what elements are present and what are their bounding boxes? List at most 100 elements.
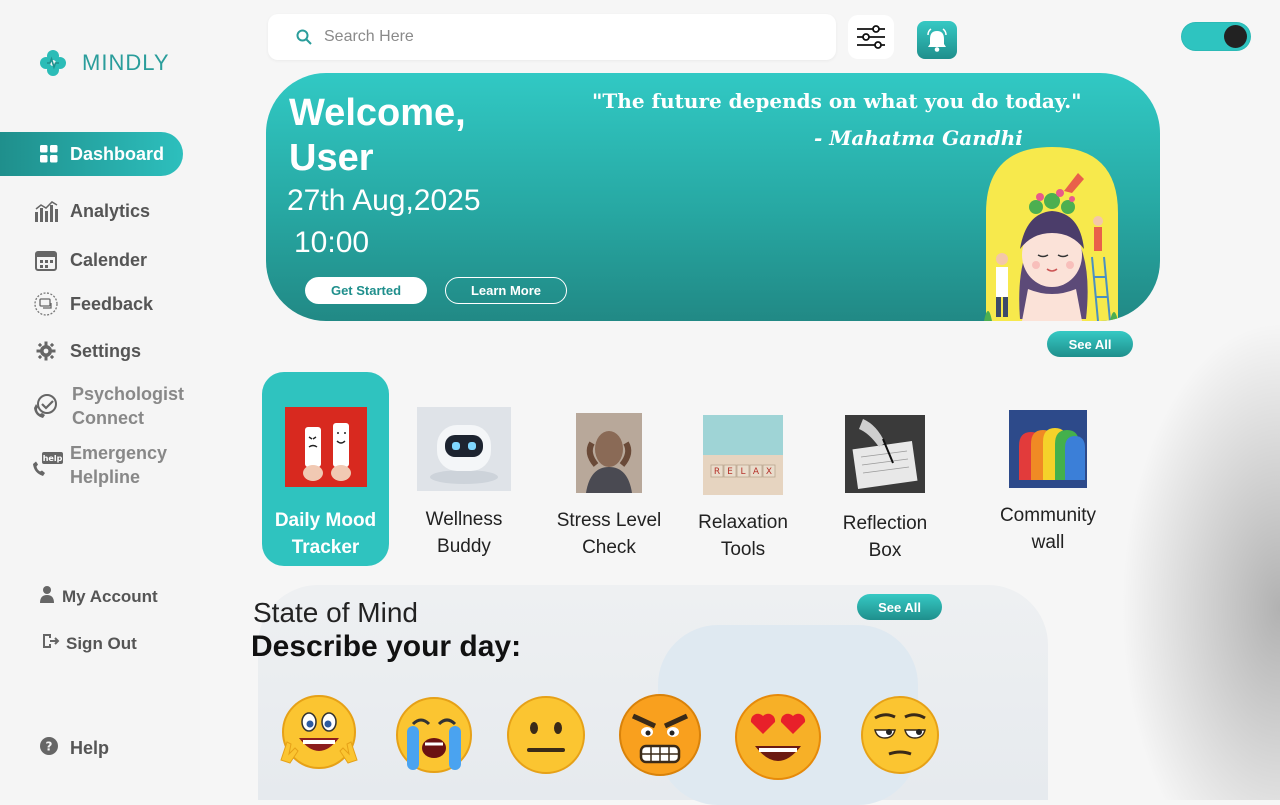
feature-card-reflection-box[interactable]: Reflection Box [822,372,948,566]
feature-card-label: Stress Level Check [557,507,662,561]
svg-text:X: X [766,467,772,477]
get-started-button[interactable]: Get Started [305,277,427,304]
feature-card-label: Daily Mood Tracker [275,507,376,561]
feature-card-label: Reflection Box [843,510,928,564]
sign-out-label: Sign Out [66,633,137,653]
sidebar: MINDLY Dashboard Analytics Calender Feed… [0,0,200,800]
sidebar-item-label: Psychologist [72,384,185,404]
unamused-emoji[interactable] [855,690,945,780]
welcome-title: Welcome, User [289,91,466,181]
phone-check-icon [32,392,60,420]
toggle-knob [1224,25,1247,48]
edge-shadow [1120,320,1280,800]
sidebar-item-psychologist-connect[interactable]: Psychologist Connect [32,382,184,430]
sidebar-item-label: Calender [70,249,148,270]
feature-card-label: Relaxation Tools [698,509,788,563]
bar-chart-icon [34,199,58,223]
mood-tracker-image [284,407,367,487]
brand[interactable]: MINDLY [38,48,170,78]
help-phone-icon: help [32,451,64,479]
brand-flower-icon [40,50,66,76]
search-icon [296,29,312,45]
current-date: 27th Aug,2025 [287,184,481,217]
help-link[interactable]: ? Help [40,737,109,760]
sidebar-item-settings[interactable]: Settings [34,339,141,363]
relax-blocks-image: RELAX [703,415,783,495]
gear-icon [34,339,58,363]
my-account-label: My Account [62,586,158,606]
feature-card-daily-mood-tracker[interactable]: Daily Mood Tracker [262,372,389,566]
feature-card-label-line: Box [868,540,902,561]
welcome-line: Welcome, [289,92,466,134]
heart-eyes-emoji[interactable] [733,690,823,780]
state-of-mind-title: State of Mind [253,597,418,628]
help-label: Help [70,738,110,758]
sidebar-item-label: Analytics [70,200,151,221]
mind-see-all-button[interactable]: See All [857,594,942,620]
welcome-user: User [289,137,374,179]
feature-card-label-line: Community [999,505,1097,526]
feature-card-label-line: Check [582,537,636,558]
feature-card-relaxation-tools[interactable]: RELAX Relaxation Tools [682,372,804,566]
mind-garden-illustration [984,147,1118,321]
sidebar-item-label: Dashboard [70,143,165,164]
sidebar-item-label: Emergency [70,443,168,463]
stress-person-image [576,413,642,493]
svg-text:?: ? [46,740,53,754]
feature-card-label-line: Tools [720,539,766,560]
sidebar-item-analytics[interactable]: Analytics [34,199,150,223]
journal-writing-image [845,415,925,493]
search-bar[interactable] [268,14,836,60]
sidebar-item-label: Helpline [70,467,141,487]
sign-out-link[interactable]: Sign Out [42,633,137,654]
sidebar-item-feedback[interactable]: Feedback [34,292,153,316]
notification-button[interactable] [917,21,957,59]
feedback-icon [34,292,58,316]
robot-chat-image [417,407,511,491]
feature-card-label-line: Daily Mood [274,510,377,531]
sidebar-item-label: Feedback [70,293,154,314]
filter-button[interactable] [848,15,894,59]
angry-emoji[interactable] [615,690,705,780]
feature-card-label: Wellness Buddy [426,506,503,560]
feature-card-label-line: Buddy [437,536,491,557]
sidebar-item-emergency-helpline[interactable]: help Emergency Helpline [32,441,167,489]
brand-name: MINDLY [82,50,170,75]
dashboard-grid-icon [40,145,58,163]
feature-card-label-line: wall [1031,532,1065,553]
feature-card-wellness-buddy[interactable]: Wellness Buddy [402,372,526,566]
sidebar-item-dashboard[interactable]: Dashboard [0,132,183,176]
bell-icon [927,28,947,52]
svg-text:L: L [740,467,745,477]
sidebar-item-label: Settings [70,340,142,361]
calendar-icon [34,248,58,272]
feature-card-stress-level-check[interactable]: Stress Level Check [545,372,673,566]
quote-text: "The future depends on what you do today… [592,89,1082,113]
happy-emoji[interactable] [273,690,363,780]
svg-text:help: help [43,454,63,463]
my-account-link[interactable]: My Account [40,585,158,608]
learn-more-button[interactable]: Learn More [445,277,567,304]
feature-card-community-wall[interactable]: Community wall [982,372,1114,566]
user-icon [40,585,54,608]
feature-card-label-line: Wellness [425,509,503,530]
svg-text:E: E [727,467,733,477]
svg-text:R: R [714,467,720,477]
feature-card-label-line: Tracker [291,537,360,558]
search-input[interactable] [322,27,806,47]
feature-card-label-line: Reflection [842,513,928,534]
describe-day-prompt: Describe your day: [251,630,522,663]
sliders-icon [857,25,885,49]
features-see-all-button[interactable]: See All [1047,331,1133,357]
sidebar-item-label: Connect [72,408,144,428]
rainbow-heads-image [1009,410,1087,488]
neutral-emoji[interactable] [501,690,591,780]
feature-card-label: Community wall [1000,502,1096,556]
sidebar-item-calendar[interactable]: Calender [34,248,147,272]
feature-card-label-line: Stress Level [556,510,662,531]
feature-card-label-line: Relaxation [698,512,788,533]
crying-emoji[interactable] [389,690,479,780]
svg-text:A: A [753,467,760,477]
theme-toggle[interactable] [1181,22,1251,51]
welcome-banner: Welcome, User 27th Aug,2025 10:00 Get St… [266,73,1160,321]
